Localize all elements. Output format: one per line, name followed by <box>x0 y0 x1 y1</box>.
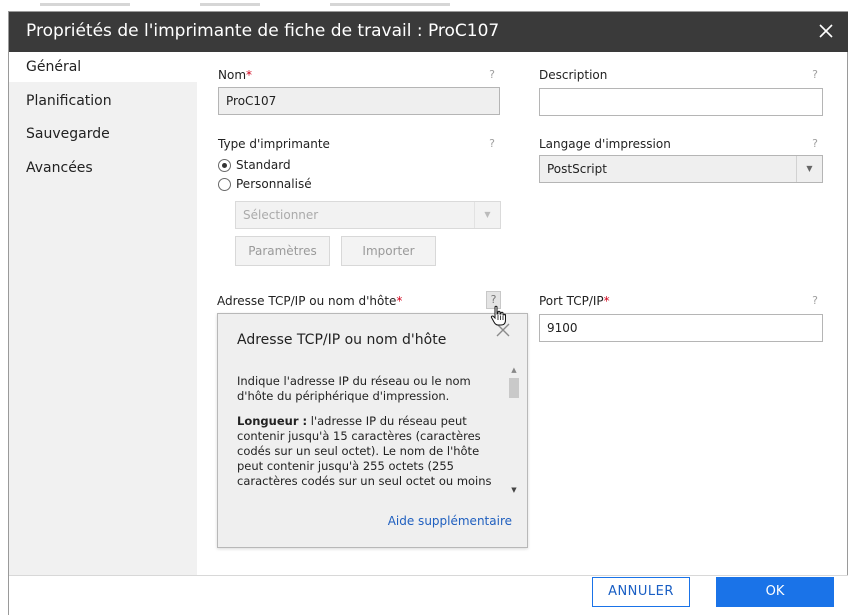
sidebar: Général Planification Sauvegarde Avancée… <box>9 52 197 575</box>
port-help-icon[interactable]: ? <box>809 294 821 308</box>
dialog-titlebar: Propriétés de l'imprimante de fiche de t… <box>9 12 848 52</box>
hand-cursor-icon <box>490 305 506 327</box>
background-blur <box>40 3 130 6</box>
print-language-label: Langage d'impression <box>539 137 671 151</box>
chevron-down-icon: ▼ <box>474 202 500 228</box>
popover-scrollbar[interactable]: ▲ ▼ <box>507 364 521 496</box>
custom-printer-select[interactable]: Sélectionner ▼ <box>235 201 501 229</box>
print-language-help-icon[interactable]: ? <box>809 137 821 151</box>
background-blur <box>330 3 450 6</box>
name-field[interactable]: ProC107 <box>218 87 500 115</box>
popover-body: Indique l'adresse IP du réseau ou le nom… <box>237 374 495 494</box>
popover-paragraph: Indique l'adresse IP du réseau ou le nom… <box>237 374 471 403</box>
more-help-link[interactable]: Aide supplémentaire <box>388 514 512 528</box>
custom-printer-select-value: Sélectionner <box>243 208 319 222</box>
print-language-value: PostScript <box>547 162 607 176</box>
name-label: Nom* <box>218 68 253 82</box>
radio-unchecked-icon <box>218 177 231 191</box>
port-field[interactable]: 9100 <box>539 314 823 342</box>
sidebar-item-avancees[interactable]: Avancées <box>9 153 197 183</box>
import-button[interactable]: Importer <box>341 236 436 266</box>
ok-button[interactable]: OK <box>716 577 834 607</box>
description-label: Description <box>539 68 608 82</box>
sidebar-item-general[interactable]: Général <box>9 52 197 82</box>
description-field[interactable] <box>539 88 823 116</box>
host-label: Adresse TCP/IP ou nom d'hôte* <box>217 294 403 308</box>
sidebar-item-sauvegarde[interactable]: Sauvegarde <box>9 119 197 149</box>
radio-personnalise-label: Personnalisé <box>236 177 312 191</box>
scroll-up-icon[interactable]: ▲ <box>507 364 521 376</box>
print-language-select[interactable]: PostScript ▼ <box>539 155 823 183</box>
background-window-strip <box>0 0 848 11</box>
scroll-down-icon[interactable]: ▼ <box>507 484 521 496</box>
port-label: Port TCP/IP* <box>539 294 610 308</box>
chevron-down-icon: ▼ <box>796 156 822 182</box>
printer-type-label: Type d'imprimante <box>218 137 330 151</box>
radio-checked-icon <box>218 158 231 172</box>
name-help-icon[interactable]: ? <box>486 68 498 82</box>
close-icon[interactable] <box>814 18 838 44</box>
dialog-title: Propriétés de l'imprimante de fiche de t… <box>26 21 500 41</box>
sidebar-item-planification[interactable]: Planification <box>9 86 197 116</box>
printer-type-help-icon[interactable]: ? <box>486 137 498 151</box>
parameters-button[interactable]: Paramètres <box>235 236 330 266</box>
scroll-thumb[interactable] <box>509 378 519 398</box>
description-help-icon[interactable]: ? <box>809 68 821 82</box>
popover-paragraph: Longueur : l'adresse IP du réseau peut c… <box>237 414 492 488</box>
radio-personnalise[interactable]: Personnalisé <box>218 177 312 191</box>
radio-standard-label: Standard <box>236 158 291 172</box>
cancel-button[interactable]: ANNULER <box>592 577 690 607</box>
background-blur <box>200 3 260 6</box>
radio-standard[interactable]: Standard <box>218 158 291 172</box>
help-popover: Adresse TCP/IP ou nom d'hôte Indique l'a… <box>217 313 528 548</box>
popover-title: Adresse TCP/IP ou nom d'hôte <box>237 332 447 348</box>
